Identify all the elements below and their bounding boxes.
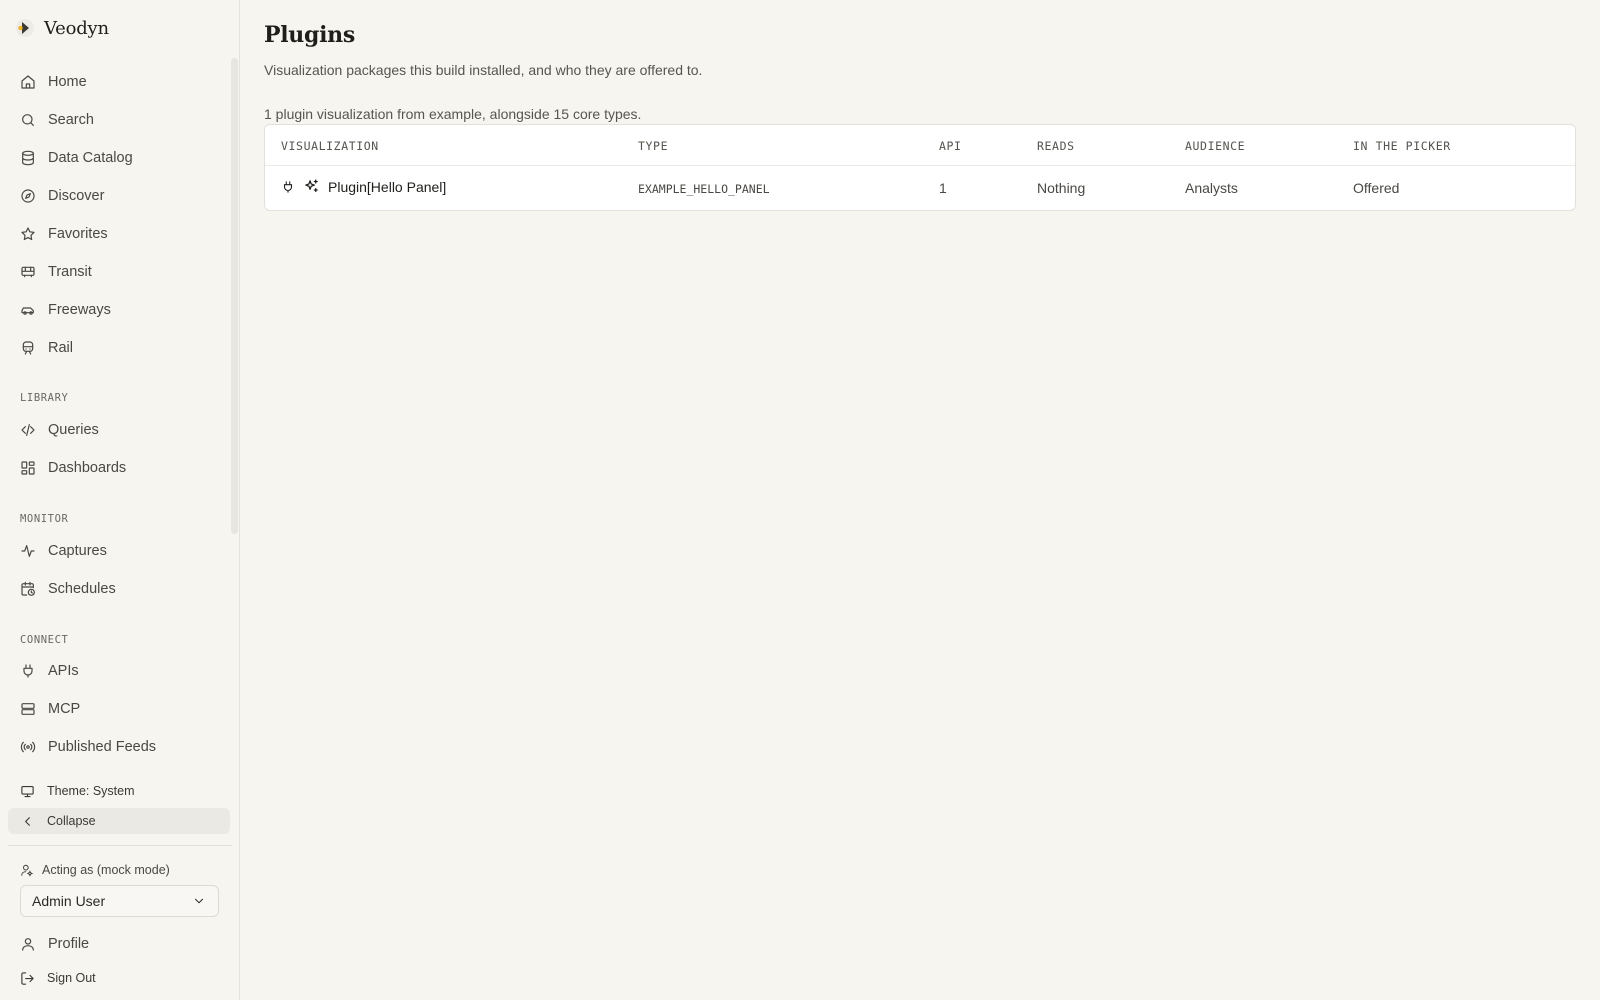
column-header-audience[interactable]: AUDIENCE [1185,139,1245,153]
section-label-monitor: MONITOR [20,513,69,525]
sidebar-item-label: APIs [48,663,79,679]
activity-icon [21,545,35,557]
sidebar-item-label: Captures [48,543,107,559]
sidebar-item-search[interactable]: Search [8,105,230,135]
user-icon [22,938,34,951]
column-header-type[interactable]: TYPE [638,139,668,153]
star-icon [21,227,35,241]
sidebar-item-label: Profile [48,936,90,952]
code-icon [21,424,35,436]
column-header-in-the-picker[interactable]: IN THE PICKER [1353,139,1451,153]
sidebar-item-mcp[interactable]: MCP [8,694,230,724]
server-icon [21,703,35,715]
monitor-icon [21,785,34,797]
acting-as-label: Acting as (mock mode) [20,863,170,877]
sidebar: Veodyn Home Search Data Catalog Discover… [0,0,240,1000]
broadcast-icon [20,741,36,753]
sidebar-item-rail[interactable]: Rail [8,333,230,363]
user-cog-icon [21,864,33,877]
collapse-label: Collapse [47,814,96,828]
chevron-down-icon [194,898,204,904]
column-header-visualization[interactable]: VISUALIZATION [281,139,379,153]
calendar-clock-icon [21,581,35,596]
sidebar-item-label: Data Catalog [48,150,133,166]
sidebar-item-transit[interactable]: Transit [8,257,230,287]
sidebar-item-label: Favorites [48,226,108,242]
column-header-reads[interactable]: READS [1037,139,1075,153]
visualization-cell: Plugin[Hello Panel] [281,178,446,195]
sidebar-item-label: Discover [48,188,105,204]
sidebar-item-label: Freeways [48,302,111,318]
main-content: Plugins Visualization packages this buil… [240,0,1600,1000]
logo-icon [14,17,36,39]
section-label-connect: CONNECT [20,634,69,646]
plug-icon [283,180,293,193]
sidebar-item-label: Published Feeds [48,739,157,755]
acting-as-select[interactable]: Admin User [20,885,219,917]
picker-cell: Offered [1353,180,1400,196]
sidebar-scrollbar[interactable] [231,58,238,534]
sidebar-item-discover[interactable]: Discover [8,181,230,211]
compass-icon [21,189,35,203]
api-cell: 1 [939,180,947,196]
sidebar-divider [8,845,232,846]
reads-cell: Nothing [1037,180,1086,196]
sidebar-item-label: MCP [48,701,81,717]
section-label-library: LIBRARY [20,392,69,404]
table-header: VISUALIZATION TYPE API READS AUDIENCE IN… [265,125,1575,166]
sidebar-item-apis[interactable]: APIs [8,656,230,686]
collapse-button[interactable]: Collapse [8,808,230,834]
sidebar-item-label: Rail [48,340,73,356]
car-icon [21,307,34,315]
sparkles-icon [305,179,318,193]
visualization-name: Plugin[Hello Panel] [328,178,447,195]
sidebar-item-data-catalog[interactable]: Data Catalog [8,143,230,173]
sidebar-item-profile[interactable]: Profile [8,929,230,959]
sidebar-item-favorites[interactable]: Favorites [8,219,230,249]
acting-as-text: Acting as (mock mode) [42,863,170,877]
sidebar-item-label: Search [48,112,94,128]
dashboard-icon [21,461,35,475]
audience-cell: Analysts [1185,180,1238,196]
sidebar-item-published-feeds[interactable]: Published Feeds [8,732,230,762]
log-out-icon [21,971,34,985]
theme-toggle[interactable]: Theme: System [8,778,230,804]
search-icon [22,114,34,126]
sidebar-item-label: Schedules [48,581,116,597]
plugin-summary: 1 plugin visualization from example, alo… [264,106,642,122]
plugins-table: VISUALIZATION TYPE API READS AUDIENCE IN… [264,124,1576,211]
sidebar-item-schedules[interactable]: Schedules [8,574,230,604]
sidebar-item-dashboards[interactable]: Dashboards [8,453,230,483]
home-icon [21,75,35,89]
page-subtitle: Visualization packages this build instal… [264,62,703,78]
theme-label: Theme: System [47,784,135,798]
sidebar-item-label: Queries [48,422,99,438]
sidebar-item-queries[interactable]: Queries [8,415,230,445]
sidebar-item-label: Transit [48,264,92,280]
sidebar-item-home[interactable]: Home [8,67,230,97]
bus-icon [21,266,35,278]
page-title: Plugins [264,22,355,48]
sidebar-item-label: Dashboards [48,460,127,476]
table-row[interactable]: Plugin[Hello Panel] EXAMPLE_HELLO_PANEL … [265,166,1575,210]
plug-icon [23,664,33,678]
type-cell: EXAMPLE_HELLO_PANEL [638,182,770,196]
sign-out-label: Sign Out [47,971,96,985]
sidebar-item-captures[interactable]: Captures [8,536,230,566]
train-icon [22,341,34,355]
brand[interactable]: Veodyn [14,14,109,42]
database-icon [22,150,34,166]
acting-as-value: Admin User [32,893,106,909]
sign-out-button[interactable]: Sign Out [8,965,230,991]
sidebar-item-label: Home [48,74,87,90]
sidebar-item-freeways[interactable]: Freeways [8,295,230,325]
app-name: Veodyn [44,17,109,39]
column-header-api[interactable]: API [939,139,962,153]
chevron-left-icon [25,816,30,826]
